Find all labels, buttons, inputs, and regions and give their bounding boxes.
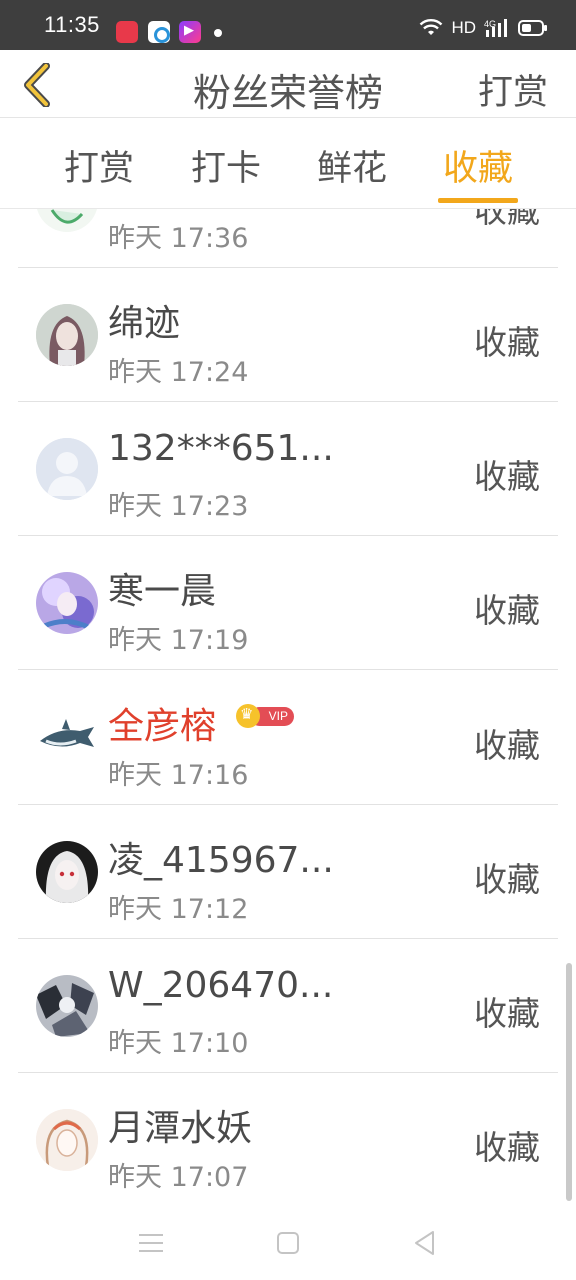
app-notification-icon	[116, 21, 138, 43]
user-avatar[interactable]	[36, 975, 98, 1037]
reward-button[interactable]: 打赏	[478, 64, 548, 115]
home-icon	[277, 1232, 299, 1254]
back-triangle-icon	[415, 1231, 434, 1255]
tab-favorites[interactable]: 收藏	[423, 140, 533, 191]
user-name: 寒一晨	[108, 571, 217, 612]
favorite-time: 昨天 17:07	[108, 1162, 249, 1193]
favorite-time: 昨天 17:36	[108, 223, 249, 254]
list-item[interactable]: 凌_415967... 昨天 17:12 收藏	[18, 805, 558, 939]
user-avatar[interactable]	[36, 304, 98, 366]
menu-button[interactable]	[134, 1226, 168, 1260]
crown-icon	[236, 704, 260, 728]
user-name: W_206470...	[108, 965, 334, 1006]
user-avatar[interactable]	[36, 209, 98, 232]
user-avatar[interactable]	[36, 1109, 98, 1171]
list-item[interactable]: 昨天 17:36 收藏	[18, 209, 558, 268]
user-name: 132***651...	[108, 428, 334, 469]
user-name: 凌_415967...	[108, 840, 334, 881]
system-nav-bar	[0, 1204, 576, 1280]
cell-signal-icon: 4G	[484, 18, 510, 38]
user-name: 绵迹	[108, 303, 181, 344]
battery-icon	[518, 19, 548, 37]
system-back-button[interactable]	[408, 1226, 442, 1260]
network-type-label: HD	[451, 18, 476, 37]
favorite-label: 收藏	[474, 209, 540, 230]
more-notifications-icon	[214, 29, 222, 37]
scrollbar[interactable]	[566, 963, 572, 1201]
tab-bar: 打赏 打卡 鲜花 收藏	[0, 118, 576, 208]
list-item[interactable]: W_206470... 昨天 17:10 收藏	[18, 939, 558, 1073]
user-avatar[interactable]	[36, 572, 98, 634]
favorite-label: 收藏	[474, 591, 540, 630]
status-bar: 11:35 HD 4G	[0, 0, 576, 50]
favorite-label: 收藏	[474, 726, 540, 765]
user-name: 全彦榕	[108, 706, 217, 747]
favorite-label: 收藏	[474, 457, 540, 496]
user-avatar[interactable]	[36, 841, 98, 903]
default-avatar-icon[interactable]	[36, 438, 98, 500]
favorite-label: 收藏	[474, 1128, 540, 1167]
favorite-time: 昨天 17:10	[108, 1028, 249, 1059]
favorite-label: 收藏	[474, 994, 540, 1033]
menu-icon	[139, 1234, 163, 1252]
favorite-time: 昨天 17:19	[108, 625, 249, 656]
tab-checkin[interactable]: 打卡	[171, 140, 281, 191]
vip-badge: VIP	[236, 704, 294, 728]
list-item[interactable]: 绵迹 昨天 17:24 收藏	[18, 268, 558, 402]
user-avatar[interactable]	[36, 707, 98, 769]
favorite-time: 昨天 17:12	[108, 894, 249, 925]
status-indicators: HD 4G	[419, 18, 548, 38]
video-notification-icon	[179, 21, 201, 43]
favorite-time: 昨天 17:16	[108, 760, 249, 791]
favorite-label: 收藏	[474, 323, 540, 362]
tab-reward[interactable]: 打赏	[44, 140, 154, 191]
fan-list[interactable]: 昨天 17:36 收藏 绵迹 昨天 17:24 收藏 132***651... …	[0, 209, 576, 1204]
browser-notification-icon	[148, 21, 170, 43]
user-name: 月潭水妖	[108, 1108, 253, 1149]
header: 粉丝荣誉榜 打赏	[0, 50, 576, 118]
status-time: 11:35	[44, 12, 100, 37]
favorite-time: 昨天 17:23	[108, 491, 249, 522]
list-item[interactable]: 全彦榕 VIP 昨天 17:16 收藏	[18, 671, 558, 805]
list-item[interactable]: 月潭水妖 昨天 17:07 收藏	[18, 1073, 558, 1204]
home-button[interactable]	[271, 1226, 305, 1260]
favorite-time: 昨天 17:24	[108, 357, 249, 388]
active-tab-indicator	[438, 198, 518, 203]
list-item[interactable]: 寒一晨 昨天 17:19 收藏	[18, 536, 558, 670]
wifi-icon	[419, 19, 443, 37]
list-item[interactable]: 132***651... 昨天 17:23 收藏	[18, 402, 558, 536]
favorite-label: 收藏	[474, 860, 540, 899]
tab-flowers[interactable]: 鲜花	[297, 140, 407, 191]
